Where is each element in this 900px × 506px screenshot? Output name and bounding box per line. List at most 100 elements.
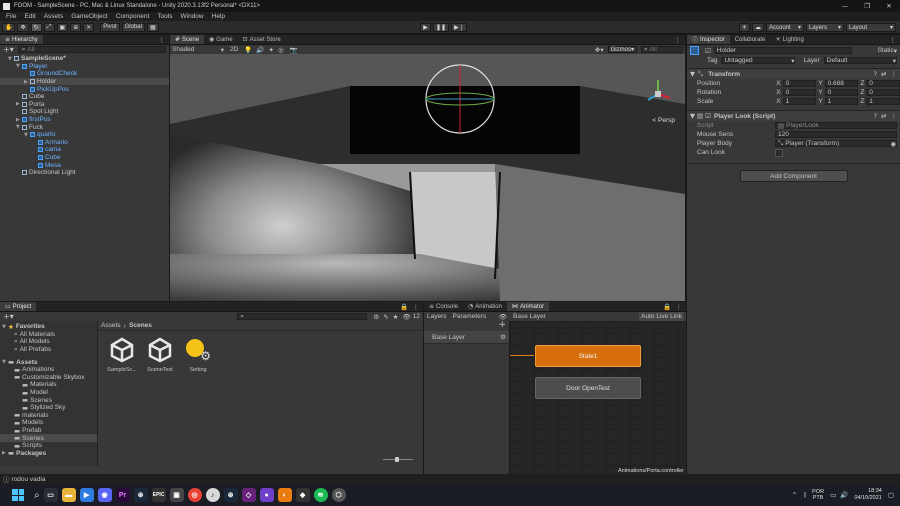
state-node[interactable]: Door OpenTest <box>535 377 641 399</box>
folder-item[interactable]: ▬ Materials <box>0 381 97 389</box>
status-message[interactable]: rodou vadia <box>12 476 46 483</box>
favorite-item[interactable]: ⌕ All Prefabs <box>0 345 97 354</box>
hierarchy-item[interactable]: ▶ Holder <box>0 77 169 86</box>
collab-icon[interactable]: ☀ <box>738 23 750 32</box>
gear-icon[interactable]: ⚙ <box>500 333 506 341</box>
zoom-slider-handle[interactable] <box>395 457 399 462</box>
language-indicator[interactable]: POR PTB <box>812 489 824 501</box>
can-look-checkbox[interactable] <box>775 148 783 157</box>
panel-menu-icon[interactable]: ⋮ <box>890 36 897 44</box>
media-player-icon[interactable]: ▶ <box>79 488 94 502</box>
task-view-icon[interactable]: ▭ <box>43 488 58 502</box>
visual-studio-icon[interactable]: ◇ <box>241 488 256 502</box>
layer-breadcrumb[interactable]: Base Layer <box>513 313 546 320</box>
static-checkbox[interactable]: Static <box>877 47 893 54</box>
spotify-icon[interactable]: ≋ <box>313 488 328 502</box>
notification-icon[interactable]: ▢ <box>888 491 894 499</box>
preset-icon[interactable]: ⇄ <box>881 112 886 120</box>
clock[interactable]: 18:34 04/10/2021 <box>854 488 882 502</box>
lighting-icon[interactable]: 💡 <box>244 46 252 54</box>
active-checkbox[interactable]: ☑ <box>705 47 711 55</box>
chevron-up-icon[interactable]: ⌃ <box>792 491 797 499</box>
menu-file[interactable]: File <box>6 13 16 20</box>
chrome-icon[interactable]: ◎ <box>187 488 202 502</box>
project-search-input[interactable]: ⌕ <box>237 312 368 320</box>
hierarchy-item[interactable]: ▼ SampleScene* <box>0 55 169 63</box>
create-icon[interactable]: +▾ <box>3 312 14 321</box>
tab-asset-store[interactable]: ⊡ Asset Store <box>238 35 286 44</box>
axis-x-label[interactable]: X <box>776 80 780 87</box>
object-name-field[interactable]: Holder <box>713 47 852 54</box>
epic-games-icon[interactable]: EPIC <box>151 488 166 502</box>
tab-scene[interactable]: # Scene <box>170 35 205 44</box>
hierarchy-item[interactable]: ▶ Porta <box>0 101 169 109</box>
hierarchy-item[interactable]: ▼ Player <box>0 63 169 71</box>
start-icon[interactable] <box>12 489 24 501</box>
axis-z-label[interactable]: Z <box>860 80 864 87</box>
hand-tool-icon[interactable]: ✋ <box>2 22 16 32</box>
transform-x-field[interactable]: 0 <box>782 80 817 87</box>
move-tool-icon[interactable]: ✥ <box>17 22 29 32</box>
app-icon[interactable]: ▣ <box>169 488 184 502</box>
axis-x-label[interactable]: X <box>776 89 780 96</box>
play-button[interactable]: ▶ <box>420 23 431 32</box>
transform-header[interactable]: ▼ ⤡ Transform ? ⇄ ⋮ <box>687 68 900 79</box>
menu-gameobject[interactable]: GameObject <box>71 13 108 20</box>
axis-y-label[interactable]: Y <box>818 98 822 105</box>
effects-icon[interactable]: ✦ <box>269 46 274 54</box>
hierarchy-item[interactable]: ▼ quarto <box>0 131 169 139</box>
preset-icon[interactable]: ⇄ <box>881 70 886 78</box>
shading-dropdown[interactable]: Shaded ▾ <box>172 46 224 54</box>
menu-edit[interactable]: Edit <box>24 13 35 20</box>
close-button[interactable]: ✕ <box>878 2 900 10</box>
discord-icon[interactable]: ◉ <box>97 488 112 502</box>
lock-icon[interactable]: 🔒 <box>663 303 671 311</box>
layer-dropdown[interactable]: Default ▾ <box>823 57 897 65</box>
search-icon[interactable]: ⌕ <box>34 490 40 501</box>
breadcrumb-scenes[interactable]: Scenes <box>129 322 152 329</box>
tab-lighting[interactable]: ☀ Lighting <box>770 35 808 44</box>
tab-animation[interactable]: ◔ Animation <box>463 302 507 311</box>
state-node-default[interactable]: State1 <box>535 345 641 367</box>
transform-z-field[interactable]: 1 <box>866 98 900 105</box>
blender-icon[interactable]: ◐ <box>277 488 292 502</box>
tab-inspector[interactable]: ⓘ Inspector <box>687 35 730 44</box>
panel-menu-icon[interactable]: ⋮ <box>675 36 682 44</box>
transform-z-field[interactable]: 0 <box>866 89 900 96</box>
panel-menu-icon[interactable]: ⋮ <box>676 303 683 311</box>
hierarchy-item[interactable]: Cube <box>0 93 169 101</box>
tab-project[interactable]: ▭ Project <box>0 302 37 311</box>
scale-tool-icon[interactable]: ⤢ <box>43 22 55 32</box>
transform-tool-icon[interactable]: ⊕ <box>70 22 82 32</box>
menu-window[interactable]: Window <box>181 13 204 20</box>
lock-icon[interactable]: 🔒 <box>400 303 408 311</box>
scene-viewport[interactable]: < Persp <box>170 54 685 301</box>
zoom-slider[interactable] <box>383 457 413 462</box>
folder-item[interactable]: ▬ Scenes <box>0 396 97 404</box>
minimize-button[interactable]: — <box>834 2 856 10</box>
transform-x-field[interactable]: 1 <box>782 98 817 105</box>
volume-icon[interactable]: 🔊 <box>840 491 848 499</box>
visibility-icon[interactable]: 👁 <box>403 313 411 321</box>
tab-collaborate[interactable]: Collaborate <box>730 35 771 44</box>
transform-y-field[interactable]: 1 <box>824 98 859 105</box>
script-header[interactable]: ▼ ▤ ☑ Player Look (Script) ? ⇄ ⋮ <box>687 110 900 121</box>
menu-component[interactable]: Component <box>116 13 150 20</box>
create-icon[interactable]: +▾ <box>3 45 14 54</box>
account-dropdown[interactable]: Account ▾ <box>766 23 804 32</box>
file-explorer-icon[interactable]: ▬ <box>61 488 76 502</box>
steam-icon[interactable]: ⊛ <box>223 488 238 502</box>
maximize-button[interactable]: ❐ <box>856 2 878 10</box>
hierarchy-item[interactable]: ▶ firstPos <box>0 116 169 124</box>
pivot-button[interactable]: Pivot <box>100 22 120 32</box>
menu-tools[interactable]: Tools <box>157 13 172 20</box>
transform-x-field[interactable]: 0 <box>782 89 817 96</box>
help-icon[interactable]: ? <box>874 112 877 120</box>
filter-type-icon[interactable]: ⚙ <box>373 313 379 321</box>
bluetooth-icon[interactable]: ᛒ <box>803 491 807 499</box>
tag-dropdown[interactable]: Untagged ▾ <box>721 57 796 65</box>
asset-tile[interactable]: ⚙ Setting <box>180 337 216 373</box>
folder-item[interactable]: ▬ Customizable Skybox <box>0 373 97 381</box>
layer-item[interactable]: Base Layer ⚙ <box>424 331 509 344</box>
hierarchy-item[interactable]: Mesa <box>0 161 169 169</box>
